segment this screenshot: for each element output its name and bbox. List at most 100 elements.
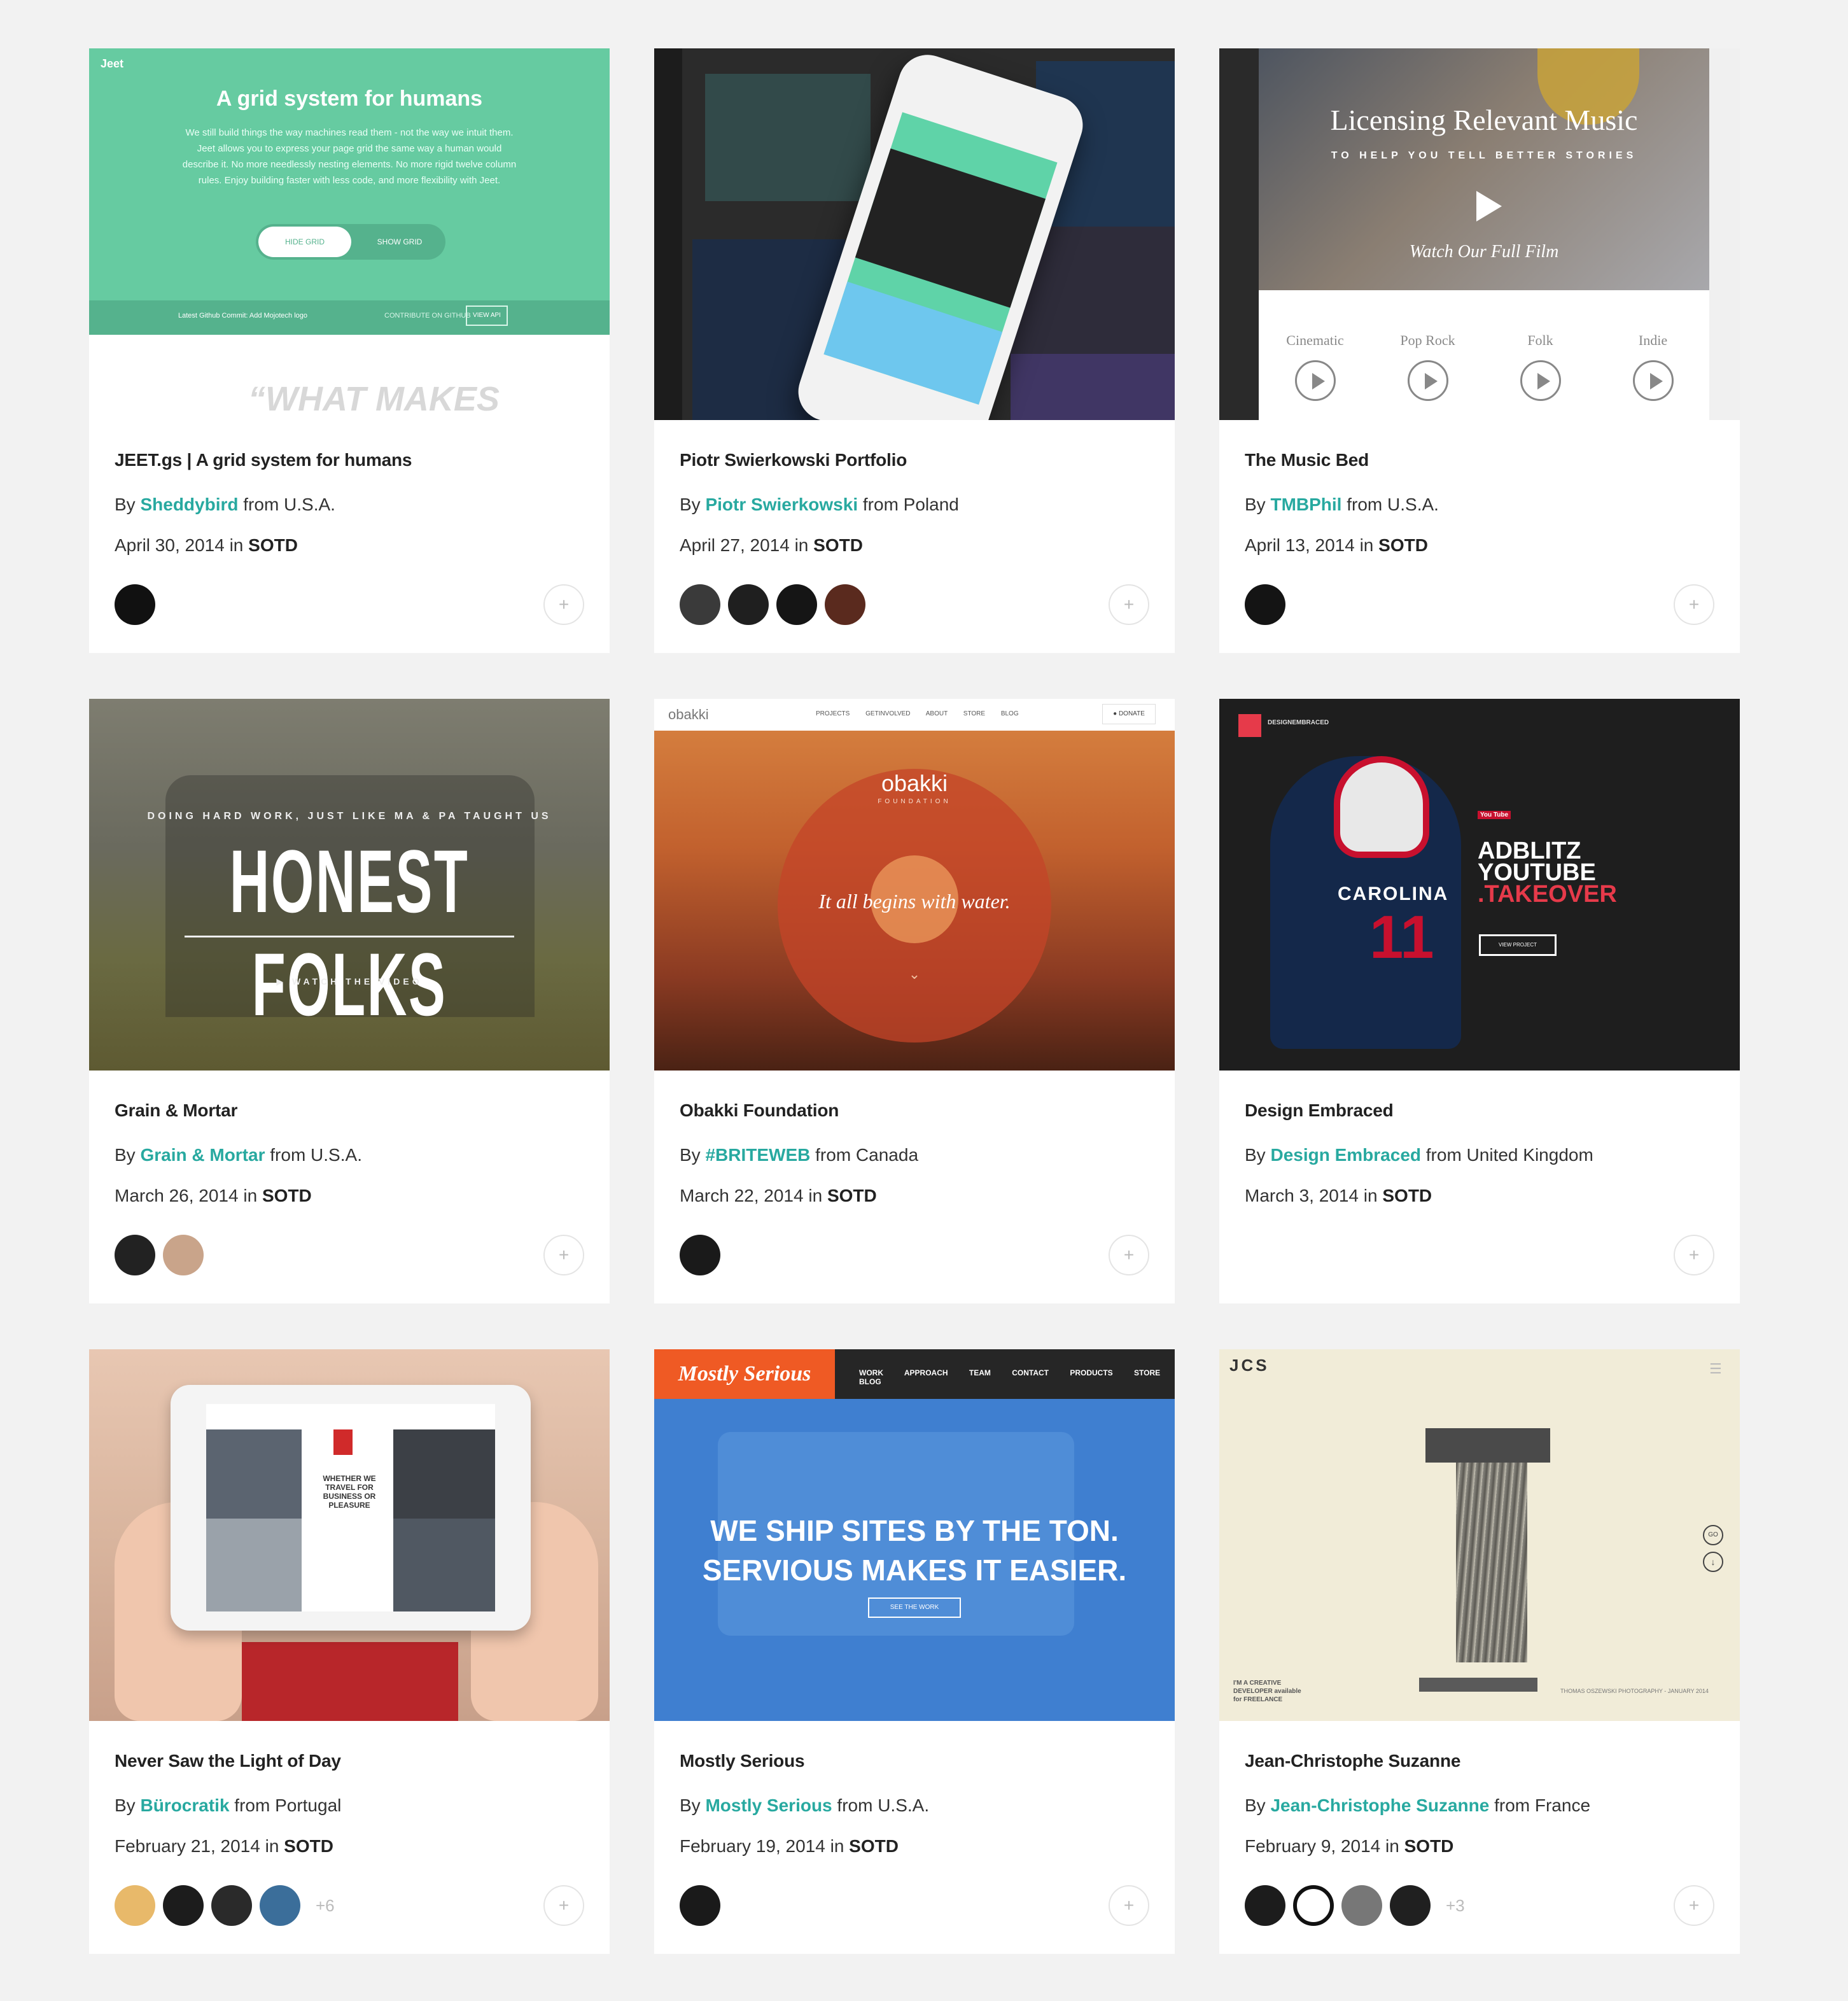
site-thumbnail[interactable]: DOING HARD WORK, JUST LIKE MA & PA TAUGH… — [89, 699, 610, 1071]
site-title[interactable]: Jean-Christophe Suzanne — [1245, 1750, 1714, 1772]
country-label: from Portugal — [234, 1795, 342, 1815]
category-link[interactable]: SOTD — [813, 535, 863, 555]
avatar[interactable] — [776, 584, 817, 625]
thumb-footer-bar — [89, 300, 610, 335]
category-link[interactable]: SOTD — [284, 1836, 333, 1856]
thumb-logo-mark — [1238, 714, 1261, 737]
author-link[interactable]: Jean-Christophe Suzanne — [1270, 1795, 1489, 1815]
site-thumbnail[interactable]: Licensing Relevant Music TO HELP YOU TEL… — [1219, 48, 1740, 420]
avatar[interactable] — [680, 1235, 720, 1275]
add-button[interactable]: + — [1109, 1235, 1149, 1275]
date-label: March 3, 2014 — [1245, 1186, 1359, 1205]
avatar[interactable] — [115, 1885, 155, 1926]
site-title[interactable]: Grain & Mortar — [115, 1100, 584, 1121]
avatar[interactable] — [680, 1885, 720, 1926]
avatar[interactable] — [115, 1235, 155, 1275]
category-link[interactable]: SOTD — [1382, 1186, 1432, 1205]
thumb-quote: “WHAT MAKES — [248, 380, 500, 418]
site-thumbnail[interactable]: JCS ☰ GO ↓ I'M A CREATIVE DEVELOPER avail… — [1219, 1349, 1740, 1721]
author-link[interactable]: Bürocratik — [140, 1795, 229, 1815]
thumb-logo: obakki — [668, 706, 709, 722]
thumb-sidebar — [654, 48, 682, 420]
arrow-down-icon: ↓ — [1703, 1552, 1723, 1572]
site-title[interactable]: Piotr Swierkowski Portfolio — [680, 449, 1149, 471]
author-link[interactable]: Grain & Mortar — [140, 1145, 265, 1165]
by-label: By — [1245, 1795, 1266, 1815]
avatar[interactable] — [163, 1885, 204, 1926]
author-link[interactable]: Mostly Serious — [705, 1795, 832, 1815]
category-link[interactable]: SOTD — [827, 1186, 877, 1205]
category-link[interactable]: SOTD — [262, 1186, 312, 1205]
add-button[interactable]: + — [1674, 1235, 1714, 1275]
date-label: April 13, 2014 — [1245, 535, 1355, 555]
site-title[interactable]: JEET.gs | A grid system for humans — [115, 449, 584, 471]
thumb-logo: Jeet — [101, 57, 124, 70]
in-label: in — [243, 1186, 258, 1205]
site-card: DESIGNEMBRACED CAROLINA 11 You Tube ADBL… — [1219, 699, 1740, 1303]
add-button[interactable]: + — [543, 584, 584, 625]
by-label: By — [680, 495, 701, 514]
avatar-list — [680, 1885, 720, 1926]
screen-photo — [206, 1519, 302, 1611]
avatar[interactable] — [825, 584, 865, 625]
play-icon — [1476, 191, 1502, 221]
avatar[interactable] — [1341, 1885, 1382, 1926]
add-button[interactable]: + — [1674, 1885, 1714, 1926]
more-avatars-count[interactable]: +3 — [1446, 1896, 1465, 1916]
avatar[interactable] — [1245, 1885, 1285, 1926]
site-thumbnail[interactable]: Jeet A grid system for humans We still b… — [89, 48, 610, 420]
avatar[interactable] — [163, 1235, 204, 1275]
thumb-nav: Mostly Serious WORK APPROACH TEAM CONTAC… — [654, 1349, 1175, 1399]
site-title[interactable]: Obakki Foundation — [680, 1100, 1149, 1121]
author-link[interactable]: #BRITEWEB — [705, 1145, 810, 1165]
thumb-panel — [1011, 354, 1175, 420]
author-link[interactable]: Design Embraced — [1270, 1145, 1421, 1165]
go-icon: GO — [1703, 1525, 1723, 1545]
site-date: April 13, 2014 in SOTD — [1245, 535, 1714, 556]
country-label: from Poland — [862, 495, 959, 514]
author-link[interactable]: Sheddybird — [140, 495, 238, 514]
chevron-down-icon: ⌄ — [908, 966, 921, 982]
category-link[interactable]: SOTD — [248, 535, 298, 555]
avatar[interactable] — [680, 584, 720, 625]
category-link[interactable]: SOTD — [1378, 535, 1428, 555]
thumb-heading: A grid system for humans — [216, 87, 483, 111]
site-title[interactable]: The Music Bed — [1245, 449, 1714, 471]
site-thumbnail[interactable]: WHETHER WE TRAVEL FOR BUSINESS OR PLEASU… — [89, 1349, 610, 1721]
author-link[interactable]: Piotr Swierkowski — [705, 495, 858, 514]
site-title[interactable]: Never Saw the Light of Day — [115, 1750, 584, 1772]
site-title[interactable]: Mostly Serious — [680, 1750, 1149, 1772]
thumb-heading: Licensing Relevant Music — [1330, 104, 1638, 136]
site-title[interactable]: Design Embraced — [1245, 1100, 1714, 1121]
thumb-letter-base — [1419, 1678, 1537, 1692]
category-link[interactable]: SOTD — [849, 1836, 899, 1856]
author-link[interactable]: TMBPhil — [1270, 495, 1341, 514]
thumb-credit: THOMAS OSZEWSKI PHOTOGRAPHY - JANUARY 20… — [1560, 1688, 1709, 1694]
site-thumbnail[interactable] — [654, 48, 1175, 420]
avatar[interactable] — [1245, 584, 1285, 625]
avatar[interactable] — [211, 1885, 252, 1926]
thumb-letter-stem — [1456, 1428, 1527, 1662]
add-button[interactable]: + — [1109, 1885, 1149, 1926]
add-button[interactable]: + — [1109, 584, 1149, 625]
category-link[interactable]: SOTD — [1404, 1836, 1454, 1856]
avatar[interactable] — [115, 584, 155, 625]
site-thumbnail[interactable]: DESIGNEMBRACED CAROLINA 11 You Tube ADBL… — [1219, 699, 1740, 1071]
add-button[interactable]: + — [543, 1885, 584, 1926]
play-icon — [1520, 360, 1561, 401]
site-date: March 3, 2014 in SOTD — [1245, 1185, 1714, 1207]
genre-item: Cinematic — [1268, 332, 1363, 401]
add-button[interactable]: + — [1674, 584, 1714, 625]
avatar[interactable] — [728, 584, 769, 625]
site-thumbnail[interactable]: obakki PROJECTS GETINVOLVED ABOUT STORE … — [654, 699, 1175, 1071]
more-avatars-count[interactable]: +6 — [316, 1896, 335, 1916]
avatar[interactable] — [1293, 1885, 1334, 1926]
avatar[interactable] — [1390, 1885, 1431, 1926]
by-label: By — [680, 1795, 701, 1815]
by-label: By — [1245, 495, 1266, 514]
add-button[interactable]: + — [543, 1235, 584, 1275]
site-thumbnail[interactable]: Mostly Serious WORK APPROACH TEAM CONTAC… — [654, 1349, 1175, 1721]
screen-photo — [393, 1519, 495, 1611]
site-date: April 27, 2014 in SOTD — [680, 535, 1149, 556]
avatar[interactable] — [260, 1885, 300, 1926]
